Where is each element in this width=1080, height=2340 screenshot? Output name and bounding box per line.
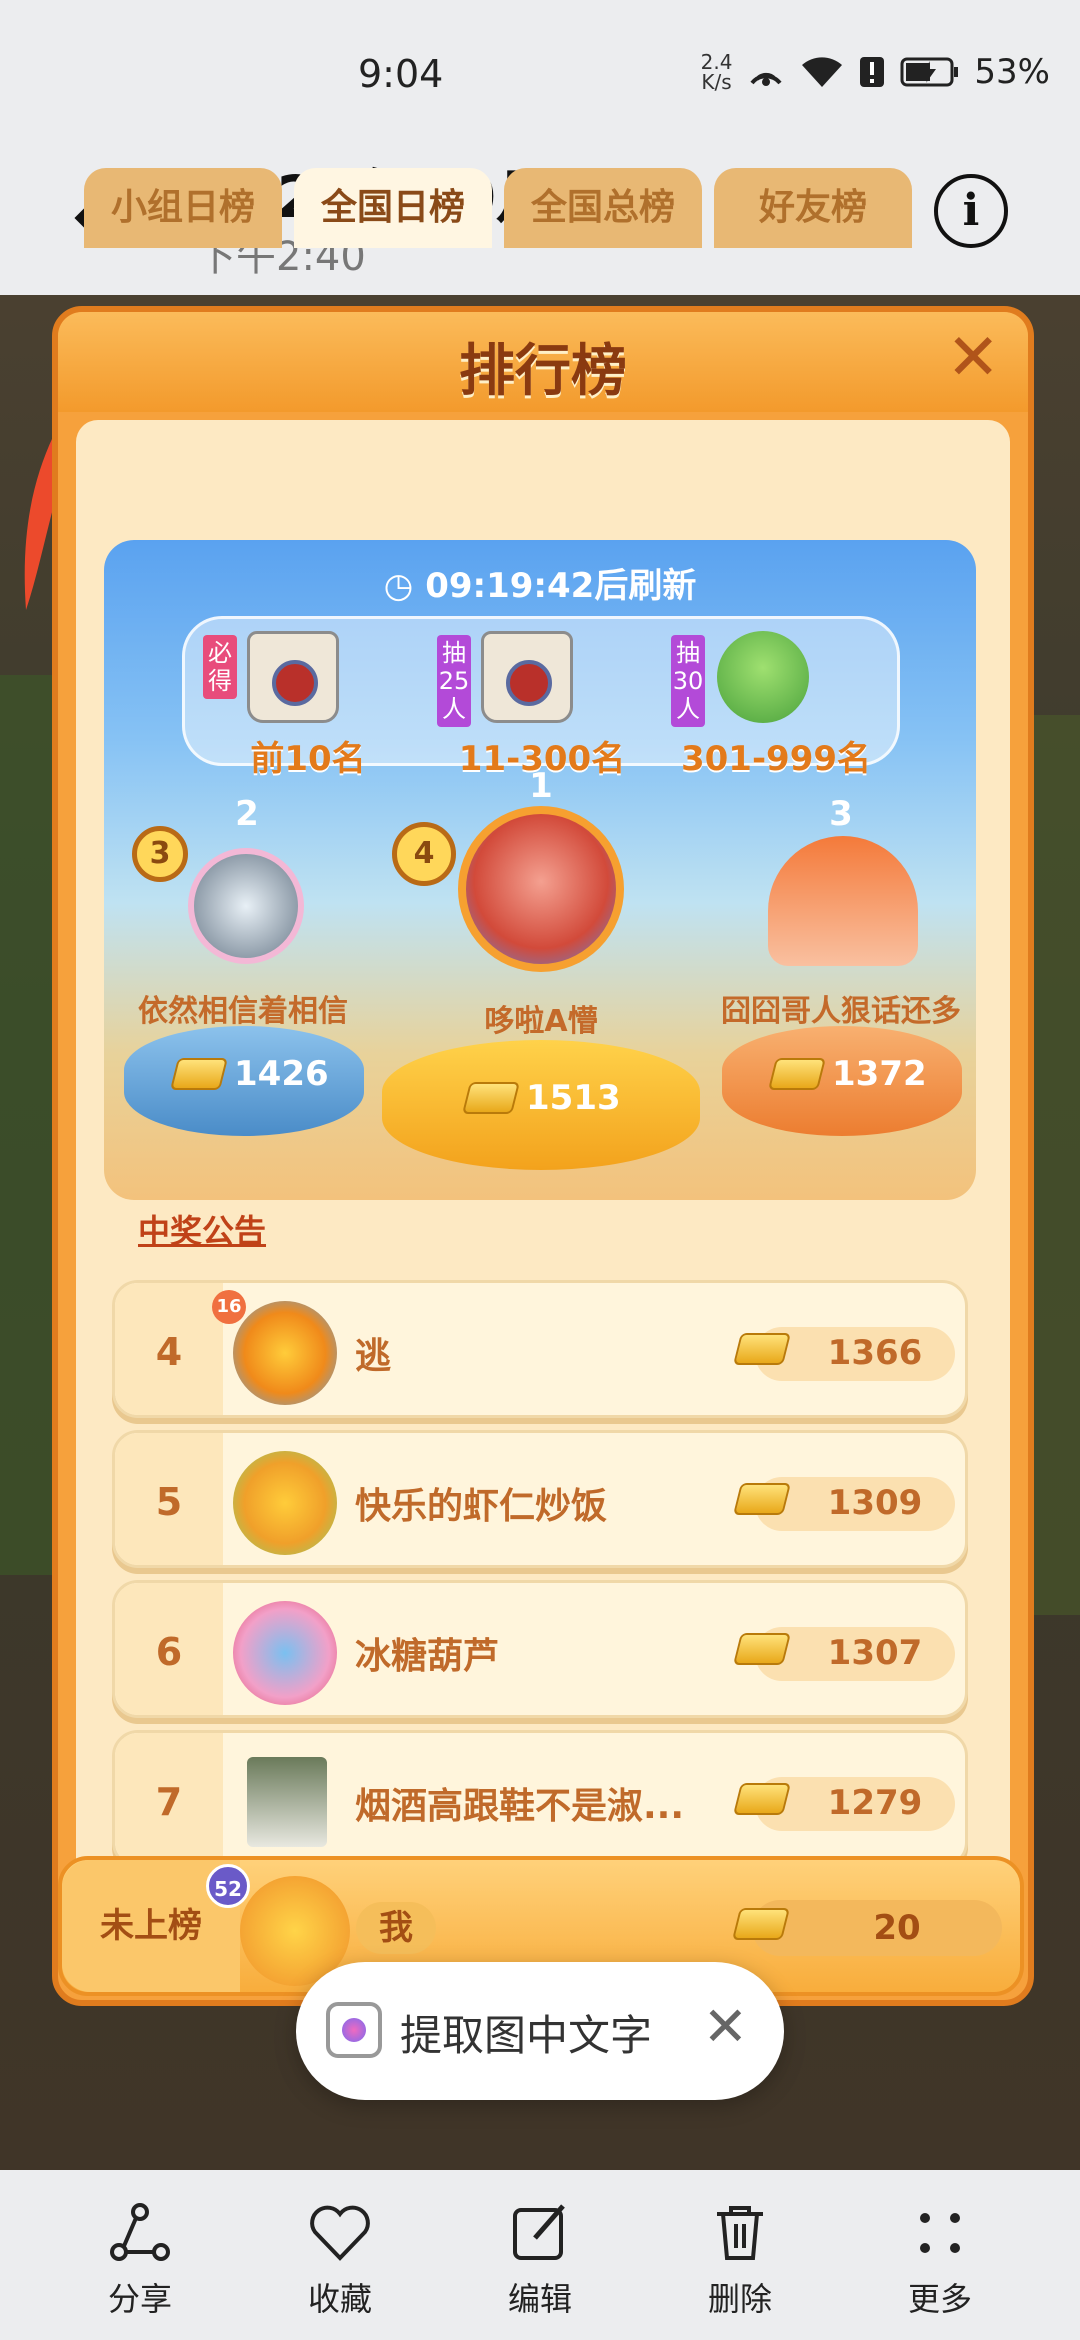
gold-icon — [170, 1058, 228, 1090]
edit-button[interactable]: 编辑 — [465, 2170, 615, 2340]
battery-icon — [900, 57, 959, 87]
close-icon[interactable]: ✕ — [703, 1992, 748, 2062]
row-score: 1307 — [827, 1633, 923, 1673]
gold-icon — [462, 1082, 520, 1114]
gold-icon — [733, 1483, 791, 1515]
edit-icon — [513, 2204, 565, 2260]
level-badge: 16 — [212, 1290, 246, 1324]
player-name: 依然相信着相信 — [138, 994, 348, 1029]
crown-icon: 1 — [529, 766, 553, 806]
prize-tag: 抽30人 — [671, 635, 705, 727]
row-score: 1309 — [827, 1483, 923, 1523]
gold-icon — [733, 1633, 791, 1665]
winner-notice-link[interactable]: 中奖公告 — [138, 1206, 266, 1252]
more-button[interactable]: 更多 — [865, 2170, 1015, 2340]
tab-national-total[interactable]: 全国总榜 — [504, 168, 702, 248]
more-icon — [920, 2213, 960, 2253]
net-speed: 2.4 K/s — [700, 50, 733, 94]
favorite-button[interactable]: 收藏 — [265, 2170, 415, 2340]
player-score: 1426 — [234, 1054, 329, 1094]
level-badge: 4 — [392, 822, 456, 886]
row-rank: 4 — [115, 1283, 223, 1415]
row-rank: 6 — [115, 1583, 223, 1715]
prize-tag: 抽25人 — [437, 635, 471, 727]
heart-icon — [310, 2205, 370, 2261]
panel-header: 排行榜 ✕ — [58, 312, 1028, 412]
hotspot-icon — [750, 72, 782, 86]
level-badge: 3 — [132, 826, 188, 882]
row-name: 逃 — [355, 1336, 392, 1377]
player-name: 哆啦A懵 — [484, 1004, 598, 1039]
avatar — [458, 806, 624, 972]
prize-strip: 必得 前10名 抽25人 11-300名 抽30人 301-999名 — [182, 616, 900, 779]
refresh-countdown: ◷ 09:19:42后刷新 — [383, 566, 697, 606]
avatar — [233, 1601, 337, 1705]
alert-icon — [860, 57, 885, 87]
gold-icon — [733, 1783, 791, 1815]
player-score: 1513 — [526, 1078, 621, 1118]
extract-text-label: 提取图中文字 — [400, 2011, 653, 2060]
tab-national-daily[interactable]: 全国日榜 — [294, 168, 492, 248]
prize-item[interactable]: 抽25人 11-300名 — [437, 627, 647, 779]
row-score: 1366 — [827, 1333, 923, 1373]
tab-friends[interactable]: 好友榜 — [714, 168, 912, 248]
row-name: 快乐的虾仁炒饭 — [355, 1486, 608, 1527]
frog-plush-icon — [717, 631, 809, 723]
row-rank: 7 — [115, 1733, 223, 1865]
close-icon[interactable]: ✕ — [946, 326, 1000, 390]
row-rank: 5 — [115, 1433, 223, 1565]
row-name: 冰糖葫芦 — [355, 1636, 500, 1677]
clock-icon: ◷ — [383, 566, 426, 606]
status-icons: 2.4 K/s 53% — [701, 52, 1050, 92]
share-icon — [110, 2203, 170, 2261]
player-score: 1372 — [832, 1054, 927, 1094]
gold-icon — [732, 1908, 790, 1940]
scan-icon — [326, 2002, 382, 2058]
wifi-icon — [802, 57, 843, 87]
crown-icon: 2 — [235, 794, 259, 834]
avatar — [768, 836, 918, 966]
delete-button[interactable]: 删除 — [665, 2170, 815, 2340]
leaderboard-tabs: 小组日榜 全国日榜 全国总榜 好友榜 — [84, 168, 912, 248]
gold-icon — [768, 1058, 826, 1090]
panel-title: 排行榜 — [459, 339, 627, 404]
status-bar: 9:04 2.4 K/s 53% — [0, 0, 1080, 150]
row-score: 1279 — [827, 1783, 923, 1823]
bag-icon — [247, 631, 339, 723]
trash-icon — [717, 2206, 763, 2260]
extract-text-button[interactable]: 提取图中文字 ✕ — [296, 1962, 784, 2100]
info-icon[interactable]: i — [934, 174, 1008, 248]
podium-third[interactable]: 3 囧囧哥人狠话还多 1372 — [716, 786, 966, 1186]
avatar — [188, 848, 304, 964]
tab-group-daily[interactable]: 小组日榜 — [84, 168, 282, 248]
prize-item[interactable]: 抽30人 301-999名 — [671, 627, 881, 779]
share-button[interactable]: 分享 — [65, 2170, 215, 2340]
level-badge: 52 — [206, 1864, 250, 1908]
table-row[interactable]: 5 快乐的虾仁炒饭 1309 — [112, 1430, 968, 1568]
crown-icon: 3 — [829, 794, 853, 834]
gold-icon — [733, 1333, 791, 1365]
bag-icon — [481, 631, 573, 723]
avatar — [233, 1451, 337, 1555]
avatar — [247, 1757, 327, 1847]
avatar — [233, 1301, 337, 1405]
prize-banner: ◷ 09:19:42后刷新 必得 前10名 抽25人 11-300名 抽30人 … — [104, 540, 976, 1200]
battery-percent: 53% — [974, 52, 1050, 92]
prize-tag: 必得 — [203, 635, 237, 699]
podium-first[interactable]: 1 4 哆啦A懵 1513 — [376, 766, 706, 1186]
podium-second[interactable]: 2 3 依然相信着相信 1426 — [118, 786, 368, 1186]
my-name: 我 — [356, 1902, 436, 1954]
player-name: 囧囧哥人狠话还多 — [721, 994, 961, 1029]
table-row[interactable]: 7 烟酒高跟鞋不是淑... 1279 — [112, 1730, 968, 1868]
my-score: 20 — [873, 1908, 921, 1948]
table-row[interactable]: 6 冰糖葫芦 1307 — [112, 1580, 968, 1718]
status-time: 9:04 — [358, 52, 444, 96]
row-name: 烟酒高跟鞋不是淑... — [355, 1786, 685, 1827]
prize-item[interactable]: 必得 前10名 — [203, 627, 413, 779]
bottom-toolbar: 分享 收藏 编辑 删除 更多 — [0, 2170, 1080, 2340]
